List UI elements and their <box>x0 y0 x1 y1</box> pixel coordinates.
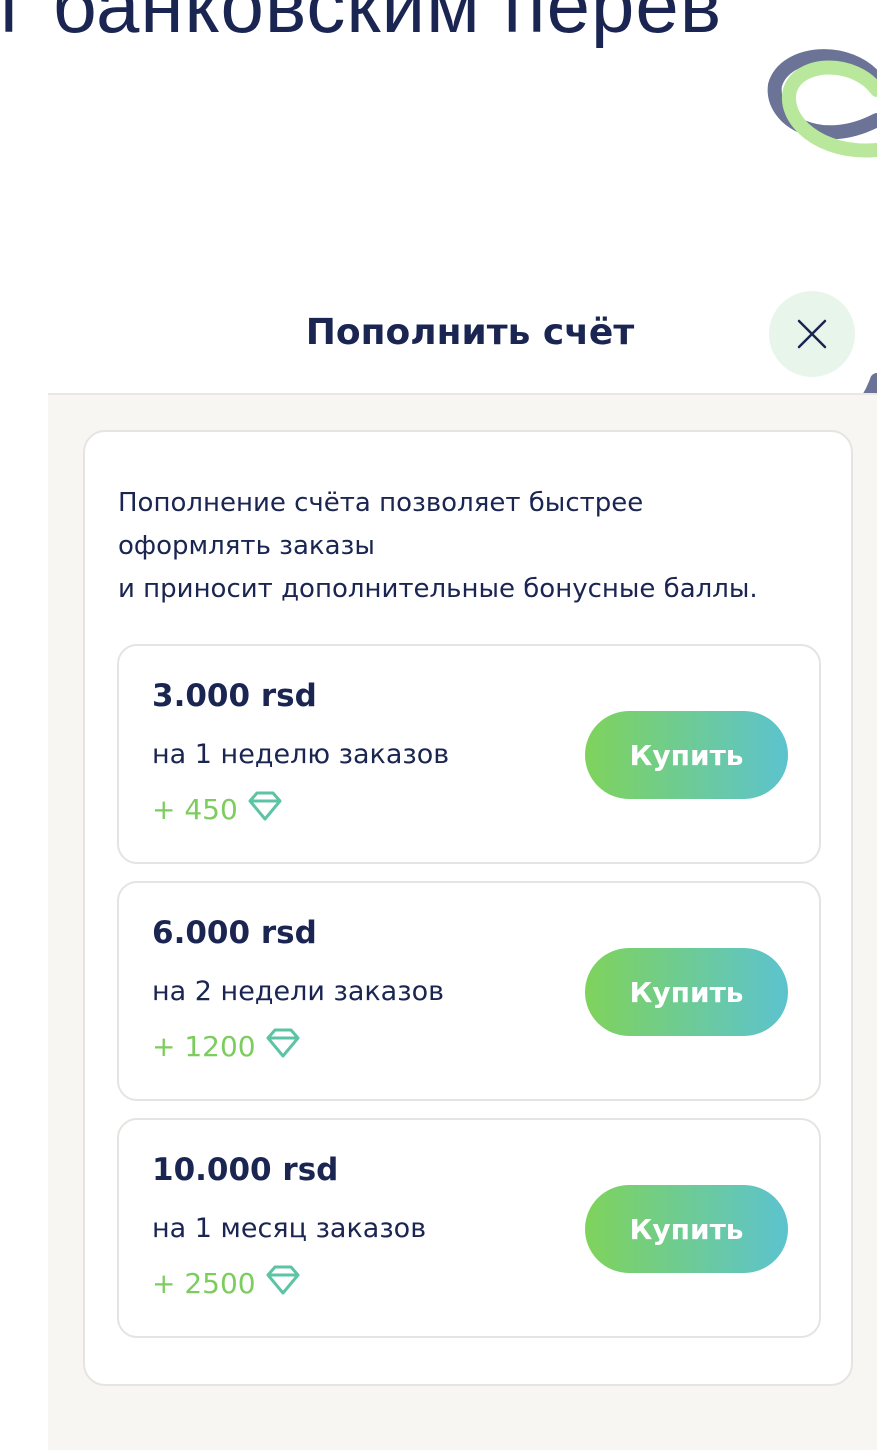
offer-card: 6.000 rsd на 2 недели заказов + 1200 Куп… <box>117 881 821 1101</box>
offer-price: 3.000 rsd <box>152 678 317 714</box>
buy-button[interactable]: Купить <box>585 711 788 799</box>
background-headline: г банковским перев <box>0 0 723 49</box>
offer-card: 10.000 rsd на 1 месяц заказов + 2500 Куп… <box>117 1118 821 1338</box>
offer-bonus: + 2500 <box>152 1265 300 1302</box>
offer-description: на 1 месяц заказов <box>152 1213 427 1244</box>
diamond-icon <box>266 1265 300 1302</box>
buy-button[interactable]: Купить <box>585 1185 788 1273</box>
offer-description: на 2 недели заказов <box>152 976 445 1007</box>
bonus-amount: + 450 <box>152 793 238 826</box>
offer-price: 6.000 rsd <box>152 915 317 951</box>
bonus-amount: + 1200 <box>152 1030 256 1063</box>
offer-card: 3.000 rsd на 1 неделю заказов + 450 Купи… <box>117 644 821 864</box>
close-icon <box>797 319 827 349</box>
bonus-amount: + 2500 <box>152 1267 256 1300</box>
offer-description: на 1 неделю заказов <box>152 739 450 770</box>
offer-price: 10.000 rsd <box>152 1152 339 1188</box>
intro-text: Пополнение счёта позволяет быстрее оформ… <box>118 488 758 604</box>
modal-title: Пополнить счёт <box>305 312 635 353</box>
close-button[interactable] <box>769 291 855 377</box>
offer-bonus: + 450 <box>152 791 282 828</box>
diamond-icon <box>248 791 282 828</box>
buy-button[interactable]: Купить <box>585 948 788 1036</box>
diamond-icon <box>266 1028 300 1065</box>
offer-bonus: + 1200 <box>152 1028 300 1065</box>
